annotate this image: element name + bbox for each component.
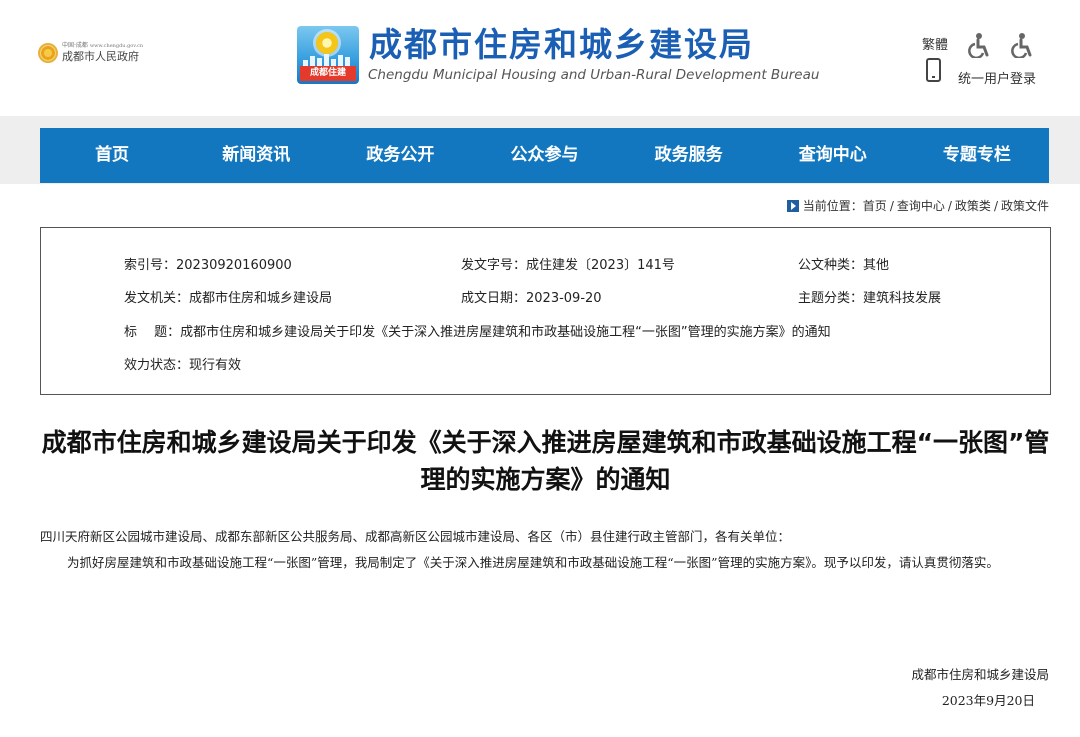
breadcrumb-policy-documents[interactable]: 政策文件 [1001,197,1049,214]
gov-logo-small-text: 中国·成都 www.chengdu.gov.cn [62,42,144,49]
mobile-phone-icon[interactable] [926,58,941,82]
chengdu-emblem-icon [38,42,58,63]
info-topic: 主题分类：建筑科技发展 [798,291,942,306]
unified-login-link[interactable]: 统一用户登录 [958,68,1036,87]
bureau-badge-text: 成都住建 [300,66,356,81]
gov-logo-name: 成都市人民政府 [62,50,139,63]
document-signed-date: 2023年9月20日 [941,693,1035,708]
breadcrumb-home[interactable]: 首页 [863,197,887,214]
gov-logo-link[interactable]: 中国·成都 www.chengdu.gov.cn 成都市人民政府 [38,42,143,63]
info-issuer: 发文机关：成都市住房和城乡建设局 [124,291,333,306]
nav-item-gov-affairs-open[interactable]: 政务公开 [328,128,472,183]
breadcrumb-query-center[interactable]: 查询中心 [897,197,945,214]
breadcrumb-policy-category[interactable]: 政策类 [955,197,991,214]
location-arrow-icon [786,199,799,212]
breadcrumb-separator: / [993,198,998,213]
bureau-name-cn: 成都市住房和城乡建设局 [369,25,754,64]
nav-item-home[interactable]: 首页 [40,128,184,183]
document-signature: 成都市住房和城乡建设局 [911,667,1049,682]
breadcrumb-prefix: 当前位置： [802,199,863,213]
breadcrumb-separator: / [889,198,894,213]
nav-item-query-center[interactable]: 查询中心 [761,128,905,183]
nav-item-special-topics[interactable]: 专题专栏 [905,128,1049,183]
document-title: 成都市住房和城乡建设局关于印发《关于深入推进房屋建筑和市政基础设施工程“一张图”… [41,428,1050,494]
nav-item-news[interactable]: 新闻资讯 [184,128,328,183]
info-status: 效力状态：现行有效 [124,358,242,373]
accessibility-mode-icon[interactable] [1010,32,1036,58]
document-body: 为抓好房屋建筑和市政基础设施工程“一张图”管理，我局制定了《关于深入推进房屋建筑… [67,555,999,570]
document-info-box: 索引号：20230920160900 发文字号：成住建发〔2023〕141号 公… [40,227,1051,395]
nav-item-public-participation[interactable]: 公众参与 [472,128,616,183]
nav-item-gov-services[interactable]: 政务服务 [617,128,761,183]
skyline-icon [303,54,353,66]
bureau-logo[interactable]: 成都住建 [297,26,359,84]
site-header: 中国·成都 www.chengdu.gov.cn 成都市人民政府 成都住建 成都… [0,0,1080,116]
info-date: 成文日期：2023-09-20 [461,291,602,306]
sun-icon [316,32,338,54]
main-nav: 首页 新闻资讯 政务公开 公众参与 政务服务 查询中心 专题专栏 [40,128,1049,183]
document-addressee: 四川天府新区公园城市建设局、成都东部新区公共服务局、成都高新区公园城市建设局、各… [40,529,791,544]
breadcrumb-separator: / [947,198,952,213]
bureau-name-en: Chengdu Municipal Housing and Urban-Rura… [368,67,820,83]
info-doc-type: 公文种类：其他 [798,258,890,273]
info-title: 标 题：成都市住房和城乡建设局关于印发《关于深入推进房屋建筑和市政基础设施工程“… [124,325,831,340]
breadcrumb: 当前位置： 首页 / 查询中心 / 政策类 / 政策文件 [786,197,1049,214]
info-doc-no: 发文字号：成住建发〔2023〕141号 [461,258,675,273]
info-index-no: 索引号：20230920160900 [124,258,292,273]
accessibility-icon[interactable] [967,32,993,58]
traditional-chinese-link[interactable]: 繁體 [922,34,948,53]
